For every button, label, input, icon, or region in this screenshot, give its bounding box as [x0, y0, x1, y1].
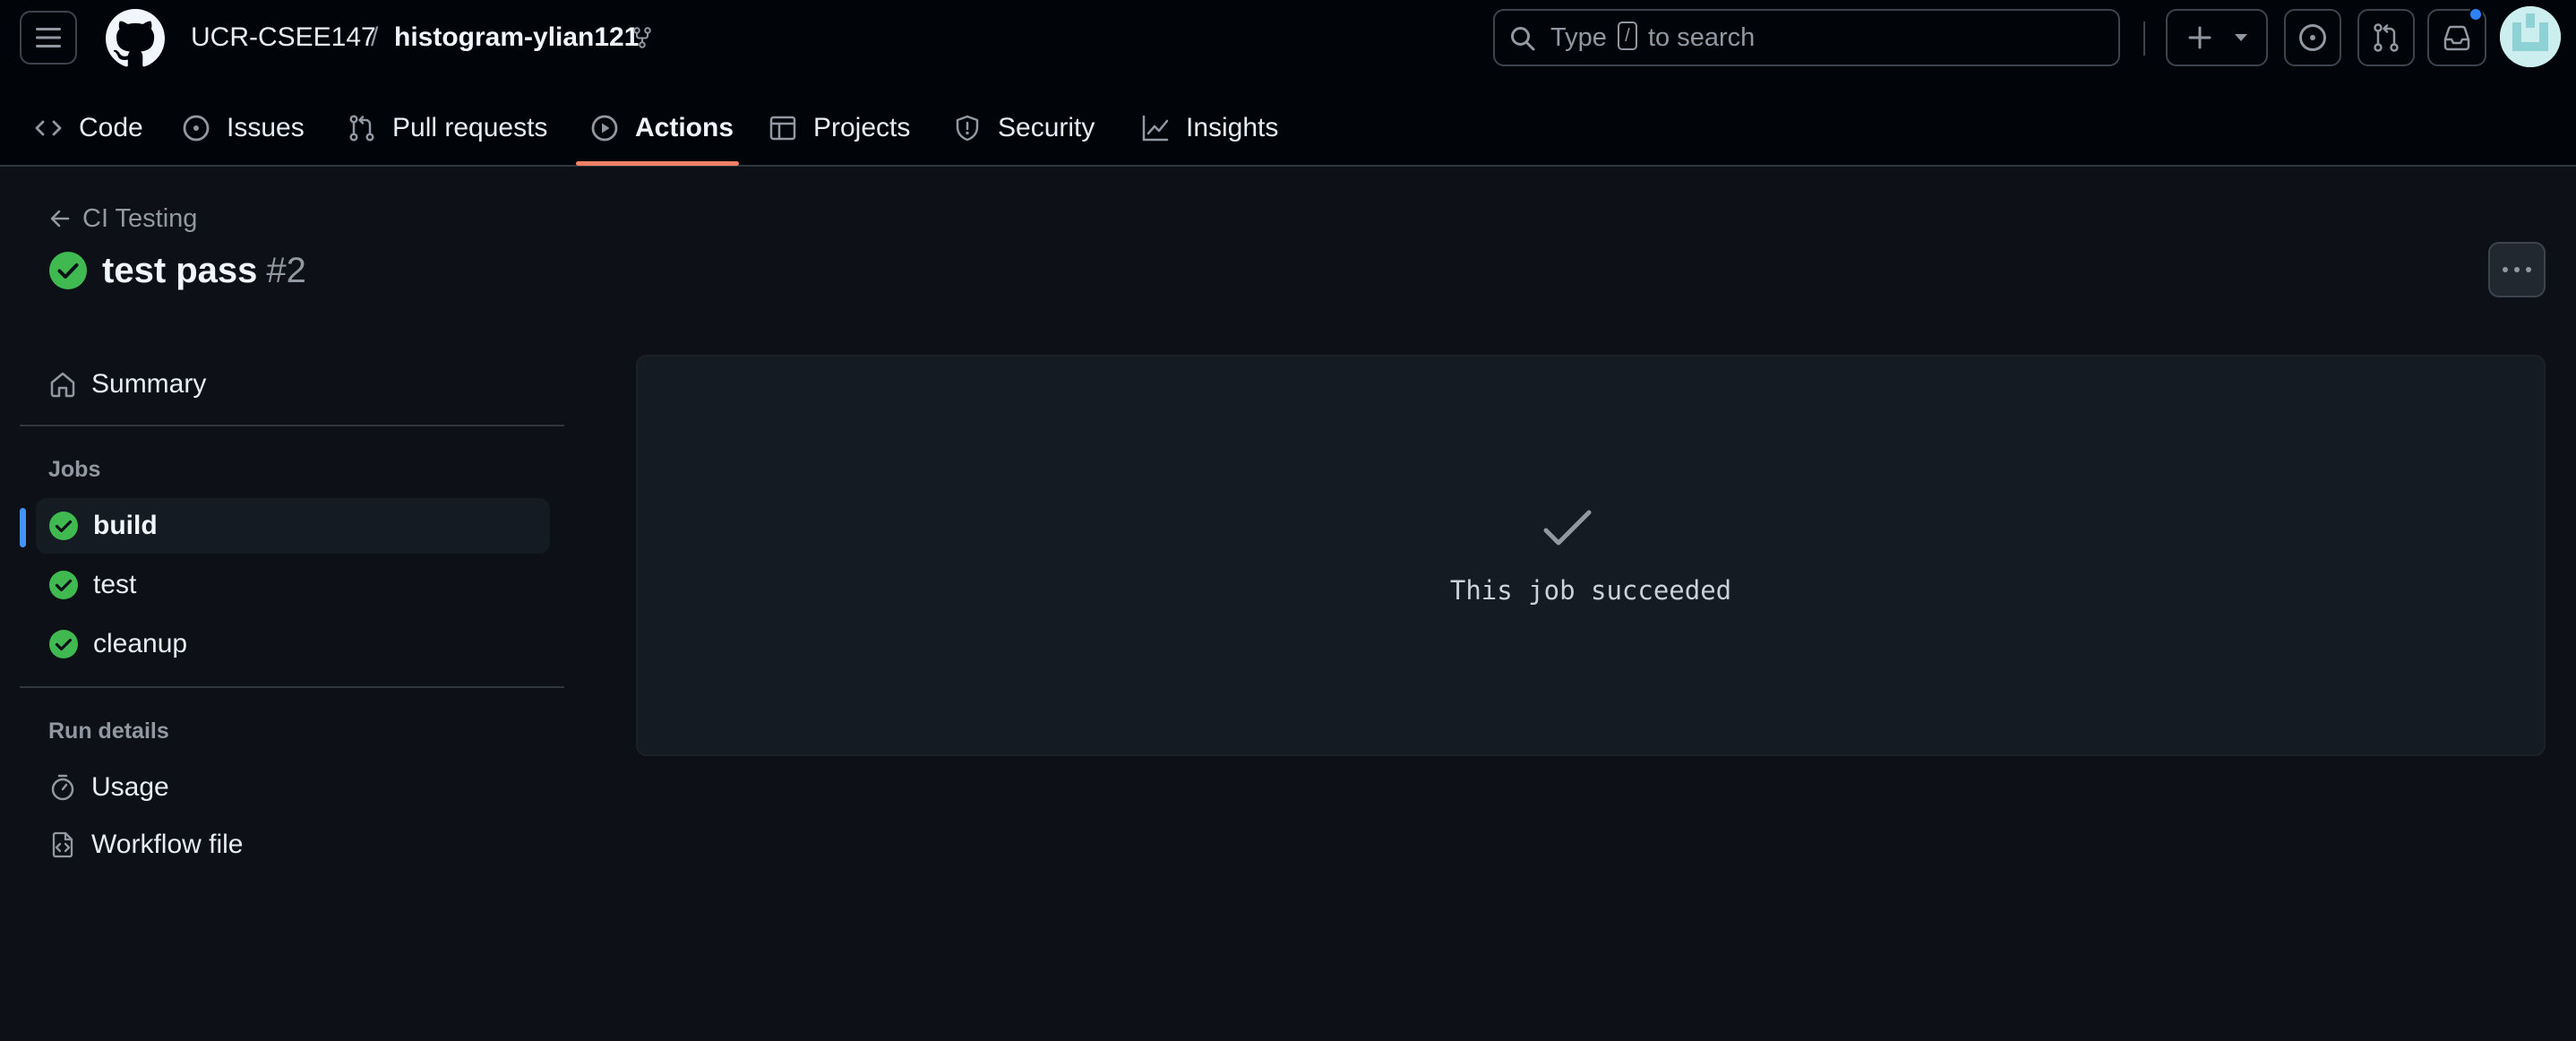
jobs-heading: Jobs: [48, 457, 101, 482]
sidebar-item-label: Workflow file: [91, 830, 244, 859]
selected-job-marker: [20, 508, 26, 547]
create-new-button[interactable]: [2166, 9, 2268, 66]
app-header: UCR-CSEE147 / histogram-ylian121 Type / …: [0, 0, 2576, 167]
sidebar-item-summary[interactable]: Summary: [36, 357, 550, 412]
sidebar-job-test[interactable]: test: [36, 557, 550, 613]
check-circle-fill-icon: [49, 571, 78, 599]
back-to-workflow-link[interactable]: CI Testing: [48, 201, 197, 237]
breadcrumb-repo-link[interactable]: histogram-ylian121: [394, 18, 639, 57]
git-pull-request-icon: [2374, 23, 2399, 52]
shield-icon: [956, 115, 979, 142]
tab-insights-label: Insights: [1186, 113, 1279, 142]
pull-requests-button[interactable]: [2357, 9, 2415, 66]
graph-icon: [1142, 115, 1169, 142]
identicon-avatar-icon: [2500, 6, 2561, 67]
sidebar-item-label: Usage: [91, 772, 169, 802]
repo-forked-icon: [633, 27, 651, 48]
sidebar-divider: [20, 686, 564, 688]
search-placeholder: Type / to search: [1550, 11, 1755, 65]
tab-projects-label: Projects: [813, 113, 911, 142]
sidebar-job-label: build: [93, 511, 158, 540]
issue-opened-icon: [183, 115, 210, 142]
tab-security-label: Security: [998, 113, 1095, 142]
run-title: test pass #2: [48, 244, 306, 297]
job-result-panel: This job succeeded: [636, 355, 2546, 756]
arrow-left-icon: [50, 210, 70, 228]
play-icon: [591, 115, 618, 142]
hamburger-menu-button[interactable]: [20, 11, 77, 65]
sidebar-job-label: test: [93, 570, 137, 599]
workflow-name: CI Testing: [82, 203, 198, 233]
tab-security[interactable]: Security: [953, 91, 1095, 165]
run-number: #2: [266, 250, 306, 290]
search-icon: [1511, 27, 1535, 51]
run-details-heading: Run details: [48, 718, 169, 744]
check-circle-fill-icon: [49, 630, 78, 658]
notification-indicator: [2469, 7, 2483, 22]
plus-icon: [2188, 26, 2211, 49]
hamburger-icon: [36, 28, 61, 47]
issues-button[interactable]: [2284, 9, 2341, 66]
tab-projects[interactable]: Projects: [769, 91, 910, 165]
check-icon: [1543, 510, 1592, 546]
table-icon: [769, 116, 796, 141]
tab-issues-label: Issues: [227, 113, 305, 142]
breadcrumb-separator: /: [371, 22, 379, 52]
inbox-icon: [2443, 25, 2470, 51]
home-icon: [50, 372, 75, 398]
sidebar-item-label: Summary: [91, 369, 207, 399]
stopwatch-icon: [51, 774, 74, 801]
sidebar-job-cleanup[interactable]: cleanup: [36, 616, 550, 672]
search-suffix: to search: [1648, 23, 1756, 52]
sidebar-job-build[interactable]: build: [36, 498, 550, 554]
triangle-down-icon: [2235, 34, 2247, 41]
sidebar-job-label: cleanup: [93, 629, 188, 658]
file-code-icon: [52, 831, 73, 858]
repo-nav: Code Issues Pull requests Actions Projec…: [0, 91, 2576, 167]
breadcrumb-owner-link[interactable]: UCR-CSEE147: [191, 18, 376, 57]
tab-issues[interactable]: Issues: [182, 91, 305, 165]
github-logo-icon[interactable]: [106, 9, 165, 68]
selected-tab-underline: [576, 161, 739, 166]
search-input[interactable]: Type / to search: [1493, 9, 2120, 66]
run-name: test pass: [102, 250, 258, 290]
search-shortcut-key: /: [1617, 22, 1637, 51]
search-prefix: Type: [1550, 23, 1607, 52]
tab-code[interactable]: Code: [34, 91, 143, 165]
tab-insights[interactable]: Insights: [1141, 91, 1278, 165]
kebab-horizontal-icon: [2503, 267, 2531, 272]
tab-actions-label: Actions: [635, 113, 734, 142]
tab-actions[interactable]: Actions: [590, 91, 734, 165]
git-pull-request-icon: [349, 115, 374, 142]
code-icon: [35, 120, 62, 136]
check-circle-fill-icon: [49, 252, 87, 289]
issue-opened-icon: [2299, 24, 2326, 51]
sidebar-item-workflow-file[interactable]: Workflow file: [36, 817, 550, 873]
sidebar-item-usage[interactable]: Usage: [36, 760, 550, 815]
job-status-message: This job succeeded: [1449, 575, 1732, 606]
tab-code-label: Code: [79, 113, 143, 142]
check-circle-fill-icon: [49, 512, 78, 540]
sidebar-divider: [20, 425, 564, 426]
user-avatar[interactable]: [2500, 6, 2561, 67]
more-options-button[interactable]: [2488, 242, 2546, 297]
tab-pull-requests[interactable]: Pull requests: [348, 91, 547, 165]
tab-pull-requests-label: Pull requests: [392, 113, 548, 142]
header-divider: [2143, 22, 2145, 56]
